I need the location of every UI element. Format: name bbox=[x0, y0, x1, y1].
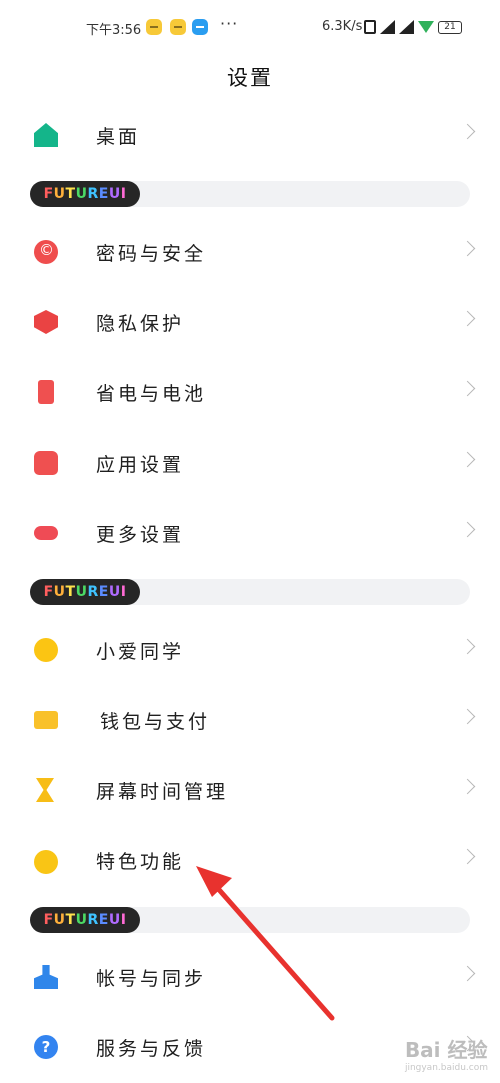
watermark-brand: Bai 经验 bbox=[404, 1038, 488, 1062]
annotation-arrow-icon bbox=[196, 866, 335, 1021]
watermark: Bai 经验 jingyan.baidu.com bbox=[405, 1034, 488, 1073]
watermark-url: jingyan.baidu.com bbox=[404, 1063, 488, 1073]
